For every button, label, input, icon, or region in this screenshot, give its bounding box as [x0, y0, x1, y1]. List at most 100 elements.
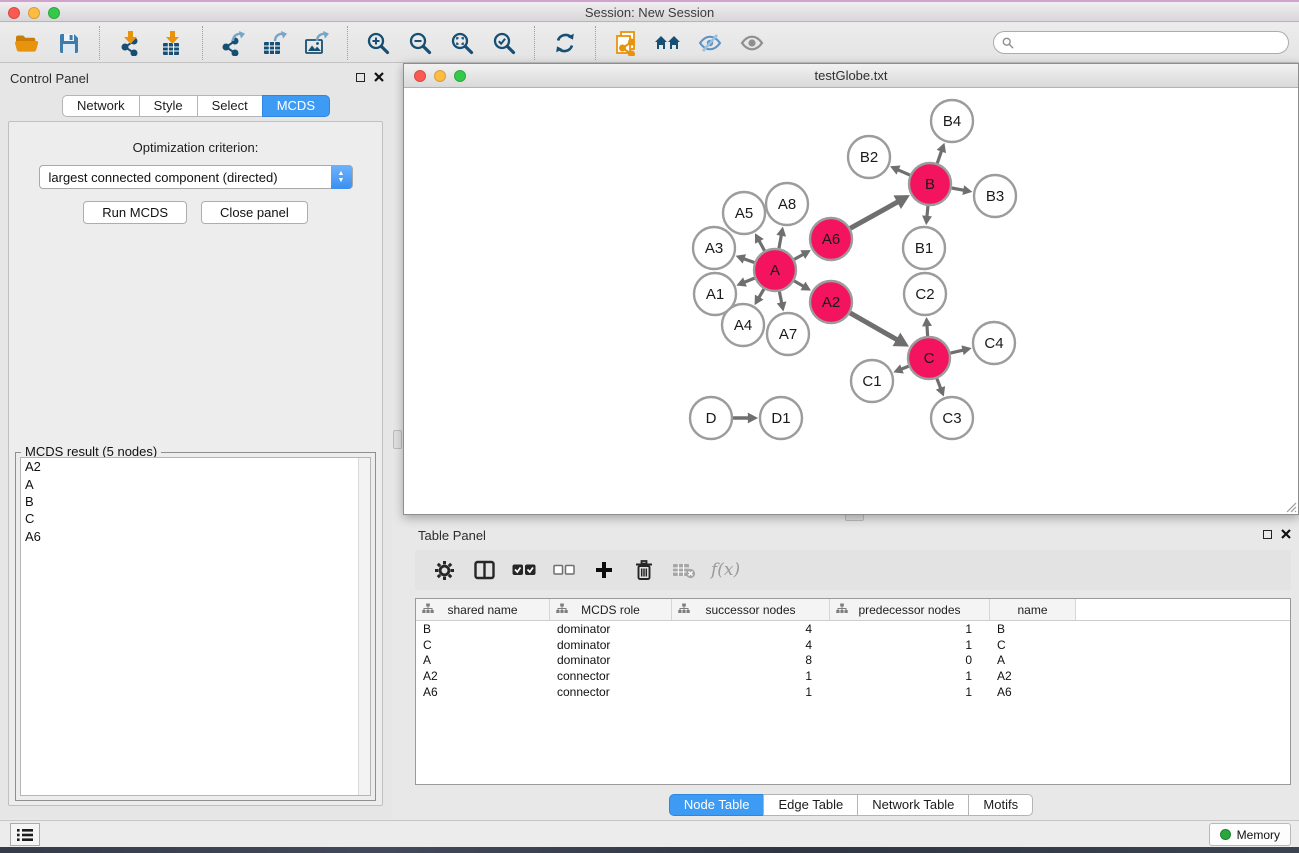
search-box[interactable] [993, 31, 1289, 54]
table-tab-edge-table[interactable]: Edge Table [763, 794, 858, 816]
home-layout-icon[interactable] [647, 27, 689, 59]
tab-style[interactable]: Style [139, 95, 198, 117]
criterion-dropdown[interactable]: largest connected component (directed) ▲… [39, 165, 353, 189]
add-column-icon[interactable] [591, 557, 617, 583]
mcds-result-list[interactable]: A2ABCA6 [20, 457, 371, 796]
close-table-panel-icon[interactable] [1281, 529, 1291, 539]
edge-C-C4[interactable] [950, 350, 963, 353]
edge-A2-C[interactable] [850, 313, 897, 340]
column-header-successor-nodes[interactable]: successor nodes [672, 599, 830, 620]
result-item[interactable]: A6 [21, 528, 370, 545]
table-cell[interactable]: dominator [550, 653, 672, 667]
table-cell[interactable]: A [990, 653, 1076, 667]
result-item[interactable]: A2 [21, 458, 370, 475]
table-cell[interactable]: dominator [550, 638, 672, 652]
edge-A-A7[interactable] [779, 292, 781, 304]
table-cell[interactable]: B [416, 622, 550, 636]
task-history-button[interactable] [10, 823, 40, 846]
zoom-out-icon[interactable] [399, 27, 441, 59]
result-item[interactable]: A [21, 475, 370, 492]
network-graph[interactable]: AA1A2A3A4A5A6A7A8BB1B2B3B4CC1C2C3C4DD1 [405, 88, 1297, 513]
table-row[interactable]: Adominator80A [416, 653, 1290, 669]
network-window-titlebar[interactable]: testGlobe.txt [404, 64, 1298, 88]
save-session-icon[interactable] [48, 27, 90, 59]
zoom-fit-icon[interactable] [441, 27, 483, 59]
edge-A-A8[interactable] [779, 235, 781, 249]
edge-A-A3[interactable] [743, 259, 754, 263]
export-table-icon[interactable] [254, 27, 296, 59]
table-cell[interactable]: 4 [672, 622, 830, 636]
table-cell[interactable]: A [416, 653, 550, 667]
tab-network[interactable]: Network [62, 95, 140, 117]
table-settings-icon[interactable] [431, 557, 457, 583]
vertical-splitter-handle[interactable] [393, 430, 402, 449]
table-cell[interactable]: 1 [830, 622, 990, 636]
edge-C-C1[interactable] [901, 366, 909, 369]
table-cell[interactable]: dominator [550, 622, 672, 636]
result-item[interactable]: C [21, 510, 370, 527]
table-row[interactable]: Cdominator41C [416, 637, 1290, 653]
table-cell[interactable]: 0 [830, 653, 990, 667]
table-cell[interactable]: A2 [416, 669, 550, 683]
tab-mcds[interactable]: MCDS [262, 95, 330, 117]
edge-A-A1[interactable] [744, 278, 755, 282]
edge-B-B1[interactable] [927, 206, 928, 217]
table-cell[interactable]: C [990, 638, 1076, 652]
table-cell[interactable]: 8 [672, 653, 830, 667]
table-cell[interactable]: B [990, 622, 1076, 636]
result-item[interactable]: B [21, 493, 370, 510]
network-canvas[interactable]: AA1A2A3A4A5A6A7A8BB1B2B3B4CC1C2C3C4DD1 [405, 88, 1297, 513]
clear-all-checkboxes-icon[interactable] [551, 557, 577, 583]
edge-A6-B[interactable] [850, 202, 898, 229]
edge-C-C3[interactable] [937, 379, 941, 389]
export-image-icon[interactable] [296, 27, 338, 59]
table-cell[interactable]: 4 [672, 638, 830, 652]
table-cell[interactable]: connector [550, 685, 672, 699]
delete-column-icon[interactable] [631, 557, 657, 583]
select-all-checkboxes-icon[interactable] [511, 557, 537, 583]
import-network-icon[interactable] [109, 27, 151, 59]
table-cell[interactable]: 1 [672, 685, 830, 699]
float-panel-icon[interactable] [356, 73, 365, 82]
edge-A-A6[interactable] [794, 254, 803, 259]
table-tab-network-table[interactable]: Network Table [857, 794, 969, 816]
network-overview-icon[interactable] [605, 27, 647, 59]
run-mcds-button[interactable]: Run MCDS [83, 201, 187, 224]
edge-B-B3[interactable] [952, 188, 965, 190]
column-header-predecessor-nodes[interactable]: predecessor nodes [830, 599, 990, 620]
edge-A-A4[interactable] [759, 289, 764, 298]
hide-graphics-details-icon[interactable] [689, 27, 731, 59]
table-cell[interactable]: 1 [672, 669, 830, 683]
table-cell[interactable]: A2 [990, 669, 1076, 683]
edge-B-B2[interactable] [898, 170, 910, 175]
resize-grip-icon[interactable] [1285, 501, 1297, 513]
table-row[interactable]: Bdominator41B [416, 621, 1290, 637]
close-panel-icon[interactable] [374, 72, 384, 82]
result-scrollbar[interactable] [358, 458, 370, 795]
float-table-panel-icon[interactable] [1263, 530, 1272, 539]
table-tab-motifs[interactable]: Motifs [968, 794, 1033, 816]
table-cell[interactable]: C [416, 638, 550, 652]
tab-select[interactable]: Select [197, 95, 263, 117]
table-cell[interactable]: 1 [830, 638, 990, 652]
edge-A-A5[interactable] [759, 240, 765, 250]
import-table-icon[interactable] [151, 27, 193, 59]
table-row[interactable]: A6connector11A6 [416, 684, 1290, 700]
node-table[interactable]: shared nameMCDS rolesuccessor nodesprede… [415, 598, 1291, 785]
refresh-layout-icon[interactable] [544, 27, 586, 59]
edge-B-B4[interactable] [937, 151, 941, 164]
table-row[interactable]: A2connector11A2 [416, 668, 1290, 684]
search-input[interactable] [1019, 36, 1280, 50]
export-network-icon[interactable] [212, 27, 254, 59]
memory-button[interactable]: Memory [1209, 823, 1291, 846]
column-header-shared-name[interactable]: shared name [416, 599, 550, 620]
edge-A-A2[interactable] [794, 281, 804, 287]
column-view-icon[interactable] [471, 557, 497, 583]
table-cell[interactable]: A6 [990, 685, 1076, 699]
edge-C-C2[interactable] [927, 325, 928, 336]
column-header-name[interactable]: name [990, 599, 1076, 620]
zoom-in-icon[interactable] [357, 27, 399, 59]
open-session-icon[interactable] [6, 27, 48, 59]
close-panel-button[interactable]: Close panel [201, 201, 308, 224]
table-cell[interactable]: connector [550, 669, 672, 683]
